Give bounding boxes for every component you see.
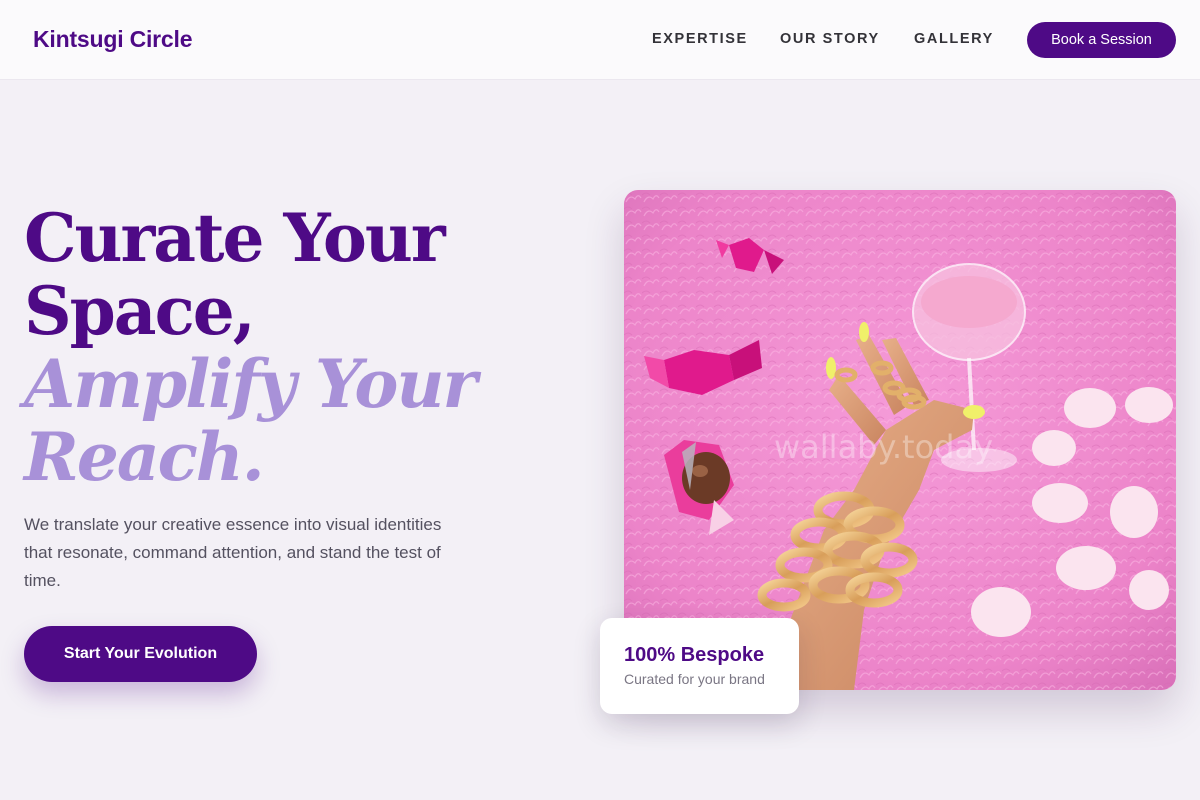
navbar: Kintsugi Circle EXPERTISE OUR STORY GALL… <box>0 0 1200 80</box>
nav-link-our-story[interactable]: OUR STORY <box>780 31 880 47</box>
hero-title: Curate Your Space, Amplify Your Reach. <box>24 202 504 494</box>
image-watermark: wallaby.today <box>774 428 993 466</box>
stat-value: 100% Bespoke <box>624 644 765 666</box>
start-evolution-button[interactable]: Start Your Evolution <box>24 626 257 682</box>
hero-title-line-1: Curate Your <box>24 199 446 277</box>
hero-description: We translate your creative essence into … <box>24 515 442 590</box>
stat-label: Curated for your brand <box>624 671 765 687</box>
stat-card: 100% Bespoke Curated for your brand <box>600 618 799 714</box>
hero-image: wallaby.today <box>624 190 1176 690</box>
book-session-button[interactable]: Book a Session <box>1027 22 1176 58</box>
nav-link-expertise[interactable]: EXPERTISE <box>652 31 748 47</box>
nav-link-gallery[interactable]: GALLERY <box>914 31 994 47</box>
hero-title-accent-1: Amplify Your <box>24 345 477 423</box>
hero-title-line-2: Space, <box>24 272 256 350</box>
hero-title-accent-2: Reach. <box>24 418 265 496</box>
brand-logo[interactable]: Kintsugi Circle <box>33 26 193 53</box>
